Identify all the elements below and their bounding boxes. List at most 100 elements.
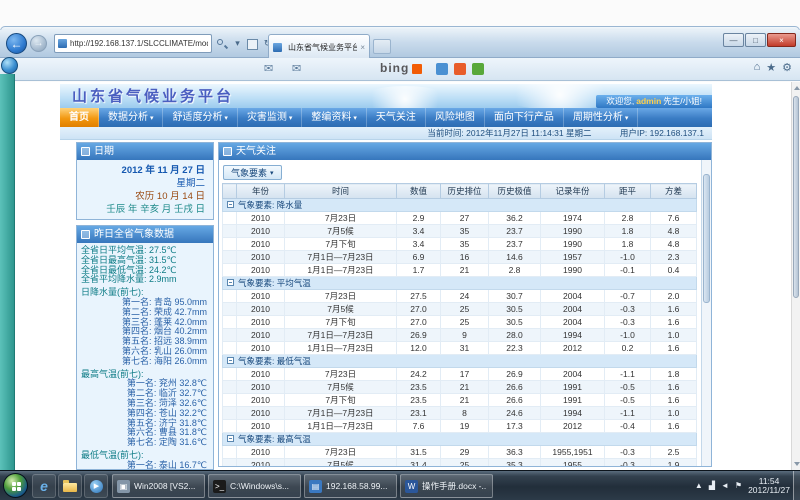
page-scrollbar[interactable] <box>791 82 800 470</box>
table-cell: 7月23日 <box>285 290 397 303</box>
nav-item[interactable]: 风险地图 <box>426 108 485 127</box>
table-cell: 19 <box>441 420 489 433</box>
table-header-cell[interactable]: 数值 <box>397 184 441 199</box>
rewards-icon[interactable] <box>472 63 484 75</box>
favorites-star-icon[interactable]: ★ <box>766 61 776 74</box>
table-row[interactable]: 20107月5候27.02530.52004-0.31.6 <box>223 303 697 316</box>
table-row[interactable]: 20107月5候31.42535.31955-0.31.9 <box>223 459 697 467</box>
taskbar-clock[interactable]: 11:54 2012/11/27 <box>748 477 790 496</box>
table-group-row[interactable]: 气象要素: 降水量 <box>223 199 697 212</box>
taskbar-task-button[interactable]: ▤192.168.58.99... <box>304 474 397 498</box>
chevron-down-icon[interactable]: ▾ <box>231 36 244 51</box>
nav-item[interactable]: 灾害监测 ▾ <box>238 108 302 127</box>
table-scrollbar[interactable] <box>701 160 711 466</box>
table-header-cell[interactable]: 年份 <box>237 184 285 199</box>
collapse-icon[interactable] <box>227 435 234 442</box>
element-dropdown-button[interactable]: 气象要素 ▾ <box>223 165 282 180</box>
table-header-cell[interactable]: 历史极值 <box>489 184 541 199</box>
nav-item[interactable]: 舒适度分析 ▾ <box>163 108 237 127</box>
table-header-cell[interactable]: 历史排位 <box>441 184 489 199</box>
ie-taskbar-icon[interactable]: e <box>32 474 56 498</box>
url-text[interactable]: http://192.168.137.1/SLCCLIMATE/modules/… <box>70 39 208 48</box>
content-area: 日期 2012 年 11 月 27 日 星期二 农历 10 月 14 日 壬辰 … <box>60 140 712 467</box>
table-group-row[interactable]: 气象要素: 平均气温 <box>223 277 697 290</box>
table-cell: 7月下旬 <box>285 238 397 251</box>
camera-icon[interactable] <box>454 63 466 75</box>
table-row[interactable]: 20101月1日—7月23日1.7212.81990-0.10.4 <box>223 264 697 277</box>
browser-tab[interactable]: 山东省气候业务平台... × <box>268 34 370 59</box>
table-header-cell[interactable]: 方差 <box>651 184 697 199</box>
address-bar[interactable]: http://192.168.137.1/SLCCLIMATE/modules/… <box>54 34 212 53</box>
table-header-cell[interactable]: 记录年份 <box>541 184 605 199</box>
table-row[interactable]: 20107月下旬23.52126.61991-0.51.6 <box>223 394 697 407</box>
scroll-up-icon[interactable] <box>794 86 800 90</box>
table-row[interactable]: 20101月1日—7月23日7.61917.32012-0.41.6 <box>223 420 697 433</box>
table-row[interactable]: 20107月1日—7月23日6.91614.61957-1.02.3 <box>223 251 697 264</box>
collapse-icon[interactable] <box>227 279 234 286</box>
page-scrollbar-thumb[interactable] <box>793 96 799 298</box>
dock-badge-icon[interactable] <box>1 57 18 74</box>
show-desktop-button[interactable] <box>793 471 800 500</box>
table-group-row[interactable]: 气象要素: 最高气温 <box>223 433 697 446</box>
mail-icon[interactable]: ✉ <box>264 62 273 75</box>
collapse-icon[interactable] <box>227 201 234 208</box>
table-cell: 17.3 <box>489 420 541 433</box>
maximize-button[interactable]: □ <box>745 33 766 47</box>
tab-close-icon[interactable]: × <box>360 43 365 52</box>
table-row[interactable]: 20107月5候3.43523.719901.84.8 <box>223 225 697 238</box>
tray-expand-icon[interactable]: ▲ <box>695 481 703 491</box>
nav-item[interactable]: 数据分析 ▾ <box>99 108 163 127</box>
table-header-cell[interactable]: 距平 <box>605 184 651 199</box>
task-icon: >_ <box>213 480 226 493</box>
network-icon[interactable]: ▟ <box>709 481 715 491</box>
nav-item[interactable]: 周期性分析 ▾ <box>564 108 638 127</box>
table-cell: 1.6 <box>651 342 697 355</box>
table-row[interactable]: 20107月1日—7月23日26.9928.01994-1.01.0 <box>223 329 697 342</box>
table-row[interactable]: 20107月下旬3.43523.719901.84.8 <box>223 238 697 251</box>
nav-item[interactable]: 整编资料 ▾ <box>302 108 366 127</box>
rank-item[interactable]: 第七名: 定陶 31.6℃ <box>81 438 209 448</box>
scrollbar-thumb[interactable] <box>703 174 710 303</box>
nav-item[interactable]: 天气关注 <box>367 108 426 127</box>
apps-icon[interactable] <box>436 63 448 75</box>
rank-item[interactable]: 第一名: 泰山 16.7℃ <box>81 461 209 470</box>
nav-item[interactable]: 面向下行产品 <box>485 108 564 127</box>
rank-item[interactable]: 第七名: 海阳 26.0mm <box>81 357 209 367</box>
action-center-flag-icon[interactable]: ⚑ <box>735 481 742 491</box>
table-row[interactable]: 20107月23日2.92736.219742.87.6 <box>223 212 697 225</box>
new-tab-button[interactable] <box>373 39 391 54</box>
table-cell: 24.2 <box>397 368 441 381</box>
table-row[interactable]: 20107月5候23.52126.61991-0.51.6 <box>223 381 697 394</box>
table-row[interactable]: 20107月下旬27.02530.52004-0.31.6 <box>223 316 697 329</box>
volume-icon[interactable]: ◄ <box>721 481 729 491</box>
bing-tile-icon[interactable] <box>412 64 422 74</box>
share-mail-icon[interactable]: ✉ <box>292 62 301 75</box>
taskbar-task-button[interactable]: W操作手册.docx -.. <box>400 474 493 498</box>
taskbar-task-button[interactable]: ▣Win2008 [VS2... <box>112 474 205 498</box>
table-row[interactable]: 20107月23日24.21726.92004-1.11.8 <box>223 368 697 381</box>
table-row[interactable]: 20107月23日31.52936.31955,1951-0.32.5 <box>223 446 697 459</box>
table-body: 气象要素: 降水量20107月23日2.92736.219742.87.6201… <box>223 199 697 467</box>
table-row[interactable]: 20107月1日—7月23日23.1824.61994-1.11.0 <box>223 407 697 420</box>
nav-item[interactable]: 首页 <box>60 108 99 127</box>
bing-logo[interactable]: bing <box>380 61 409 75</box>
home-icon[interactable]: ⌂ <box>754 61 761 74</box>
table-row[interactable]: 20101月1日—7月23日12.03122.320120.21.6 <box>223 342 697 355</box>
collapse-icon[interactable] <box>227 357 234 364</box>
table-row[interactable]: 20107月23日27.52430.72004-0.72.0 <box>223 290 697 303</box>
close-button[interactable]: × <box>767 33 796 47</box>
compatibility-view-icon[interactable] <box>247 39 258 50</box>
media-player-taskbar-icon[interactable]: ▶ <box>84 474 108 498</box>
table-header-cell[interactable]: 时间 <box>285 184 397 199</box>
table-group-label: 气象要素: 平均气温 <box>238 278 311 288</box>
taskbar-task-button[interactable]: >_C:\Windows\s... <box>208 474 301 498</box>
forward-button[interactable]: → <box>30 35 47 52</box>
start-button[interactable] <box>3 473 28 498</box>
explorer-taskbar-icon[interactable] <box>58 474 82 498</box>
scroll-down-icon[interactable] <box>794 462 800 466</box>
minimize-button[interactable]: — <box>723 33 744 47</box>
table-group-row[interactable]: 气象要素: 最低气温 <box>223 355 697 368</box>
search-icon[interactable] <box>215 36 228 51</box>
gear-icon[interactable]: ⚙ <box>782 61 792 74</box>
back-button[interactable]: ← <box>6 33 27 54</box>
